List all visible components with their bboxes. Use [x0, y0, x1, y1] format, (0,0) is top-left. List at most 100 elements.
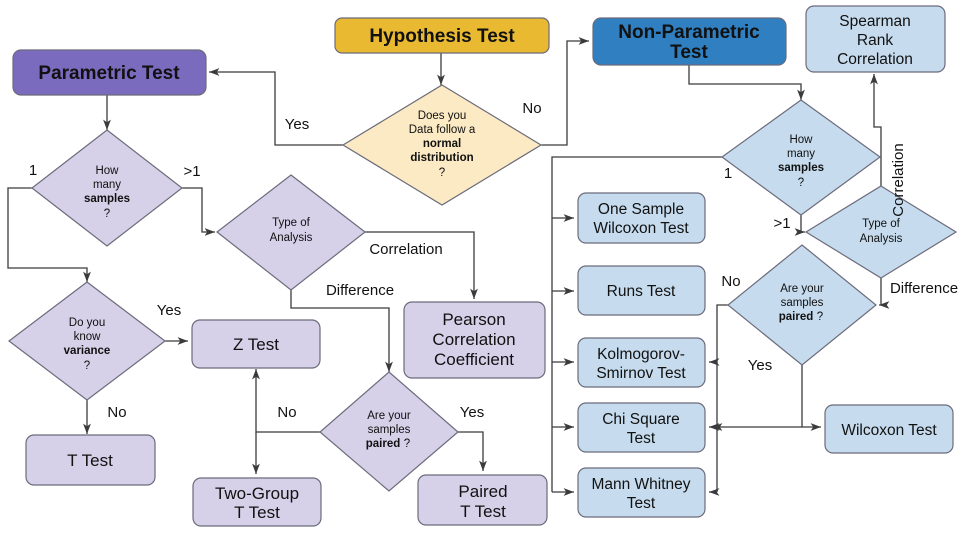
node-runs-test[interactable]: Runs Test	[577, 265, 706, 316]
edge-ppaired-no-ztest	[252, 369, 320, 433]
edge-nptype-difference-nppaired	[879, 278, 890, 309]
np-type-line2: Analysis	[860, 233, 903, 245]
node-mann-whitney-test[interactable]: Mann Whitney Test	[577, 467, 706, 518]
np-type-line1: Type of	[862, 218, 901, 230]
edge-label-nptype-difference: Difference	[890, 280, 958, 297]
edge-label-normal-no: No	[522, 100, 541, 117]
edge-label-ptype-correlation: Correlation	[369, 241, 442, 258]
edge-normal-yes-parametric	[209, 68, 343, 146]
edge-label-ppaired-no: No	[277, 404, 296, 421]
node-do-you-know-variance[interactable]: Do you know variance ?	[8, 281, 166, 401]
node-ks-line2: Smirnov Test	[596, 365, 686, 382]
node-mann-whitney-line2: Test	[627, 495, 656, 512]
edge-ppaired-yes-pairedt	[458, 431, 487, 471]
node-nonparametric-samples-paired[interactable]: Are your samples paired ?	[727, 244, 877, 366]
p-paired-line4: ?	[404, 438, 410, 450]
node-parametric-test[interactable]: Parametric Test	[12, 49, 207, 96]
node-z-test-label: Z Test	[233, 335, 279, 354]
p-samples-line3: samples	[84, 193, 130, 205]
node-wilcoxon-test-label: Wilcoxon Test	[841, 422, 937, 439]
edge-nppaired-yes-wilcoxon	[801, 365, 821, 431]
edge-nonparametric-to-npsamples	[688, 65, 805, 100]
flowchart-svg: Hypothesis Test Does you Data follow a n…	[7, 5, 958, 527]
normal-decision-line5: ?	[439, 167, 445, 179]
edge-label-ptype-difference: Difference	[326, 282, 394, 299]
node-paired-t-test[interactable]: Paired T Test	[417, 474, 548, 526]
node-chisq-line1: Chi Square	[602, 411, 680, 428]
node-chisq-line2: Test	[627, 430, 656, 447]
p-samples-line4: ?	[104, 208, 110, 220]
node-normal-distribution-decision[interactable]: Does you Data follow a normal distributi…	[341, 84, 543, 206]
node-pearson-line3: Coefficient	[434, 350, 514, 369]
edge-label-normal-yes: Yes	[285, 116, 309, 133]
node-chi-square-test[interactable]: Chi Square Test	[577, 402, 706, 453]
np-paired-line4: ?	[817, 311, 823, 323]
np-paired-line3: paired	[779, 311, 814, 323]
edge-psamples-many-type	[182, 187, 215, 236]
p-paired-line1: Are your	[367, 410, 411, 422]
normal-decision-line4: distribution	[410, 152, 473, 164]
node-hypothesis-test[interactable]: Hypothesis Test	[334, 17, 550, 54]
node-ks-line1: Kolmogorov-	[597, 346, 685, 363]
p-variance-line1: Do you	[69, 317, 105, 329]
normal-decision-line1: Does you	[418, 110, 467, 122]
edge-label-npsamples-one: 1	[724, 165, 732, 182]
flowchart-canvas: Hypothesis Test Does you Data follow a n…	[0, 0, 960, 540]
node-t-test[interactable]: T Test	[25, 434, 156, 486]
p-variance-line4: ?	[84, 360, 90, 372]
node-parametric-samples-paired[interactable]: Are your samples paired ?	[319, 371, 459, 492]
np-samples-line1: How	[789, 134, 813, 146]
node-two-group-t-test-line2: T Test	[234, 503, 280, 522]
node-non-parametric-test-line1: Non-Parametric	[618, 22, 760, 43]
node-mann-whitney-line1: Mann Whitney	[591, 476, 690, 493]
node-two-group-t-test-line1: Two-Group	[215, 484, 299, 503]
np-samples-line3: samples	[778, 162, 824, 174]
node-one-sample-wilcoxon-line2: Wilcoxon Test	[593, 220, 689, 237]
np-paired-line1: Are your	[780, 283, 824, 295]
node-wilcoxon-test[interactable]: Wilcoxon Test	[824, 404, 954, 454]
edge-label-npsamples-many: >1	[773, 215, 790, 232]
node-parametric-type-of-analysis[interactable]: Type of Analysis	[216, 174, 366, 291]
node-non-parametric-test[interactable]: Non-Parametric Test	[592, 17, 787, 66]
node-pearson-line1: Pearson	[442, 310, 505, 329]
edge-label-variance-no: No	[107, 404, 126, 421]
node-parametric-test-label: Parametric Test	[38, 63, 180, 84]
node-kolmogorov-smirnov-test[interactable]: Kolmogorov- Smirnov Test	[577, 337, 706, 388]
node-spearman-rank-correlation[interactable]: Spearman Rank Correlation	[805, 5, 946, 73]
p-paired-line2: samples	[368, 424, 411, 436]
node-spearman-line3: Correlation	[837, 51, 913, 68]
node-hypothesis-test-label: Hypothesis Test	[369, 26, 515, 47]
node-nonparametric-how-many-samples[interactable]: How many samples ?	[720, 99, 882, 216]
normal-decision-line3: normal	[423, 138, 461, 150]
node-one-sample-wilcoxon-test[interactable]: One Sample Wilcoxon Test	[577, 192, 706, 244]
np-samples-line4: ?	[798, 177, 804, 189]
p-variance-line2: know	[74, 331, 102, 343]
node-t-test-label: T Test	[67, 451, 113, 470]
edge-label-nppaired-yes: Yes	[748, 357, 772, 374]
normal-decision-line2: Data follow a	[409, 124, 476, 136]
p-type-line2: Analysis	[270, 232, 313, 244]
p-samples-line2: many	[93, 179, 121, 191]
node-pearson-correlation-coefficient[interactable]: Pearson Correlation Coefficient	[403, 301, 546, 379]
node-z-test[interactable]: Z Test	[191, 319, 321, 369]
edge-label-psamples-many: >1	[183, 163, 200, 180]
edge-npsamples-many-nptype	[794, 215, 805, 236]
node-pearson-line2: Correlation	[432, 330, 515, 349]
node-one-sample-wilcoxon-line1: One Sample	[598, 201, 684, 218]
edge-nptype-correlation-spearman	[870, 74, 882, 186]
node-non-parametric-test-line2: Test	[670, 42, 708, 63]
edge-label-ppaired-yes: Yes	[460, 404, 484, 421]
node-two-group-t-test[interactable]: Two-Group T Test	[192, 477, 322, 527]
edge-label-nppaired-no: No	[721, 273, 740, 290]
edge-label-nptype-correlation: Correlation	[890, 143, 907, 216]
edge-nppaired-no-trunk	[716, 304, 728, 492]
node-spearman-line1: Spearman	[839, 13, 911, 30]
node-parametric-how-many-samples[interactable]: How many samples ?	[31, 129, 183, 247]
node-nonparametric-type-of-analysis[interactable]: Type of Analysis	[804, 185, 958, 279]
np-paired-line2: samples	[781, 297, 824, 309]
p-paired-line3: paired	[366, 438, 401, 450]
edge-label-psamples-one: 1	[29, 162, 37, 179]
edge-label-variance-yes: Yes	[157, 302, 181, 319]
node-runs-test-label: Runs Test	[607, 283, 676, 300]
node-spearman-line2: Rank	[857, 32, 893, 49]
